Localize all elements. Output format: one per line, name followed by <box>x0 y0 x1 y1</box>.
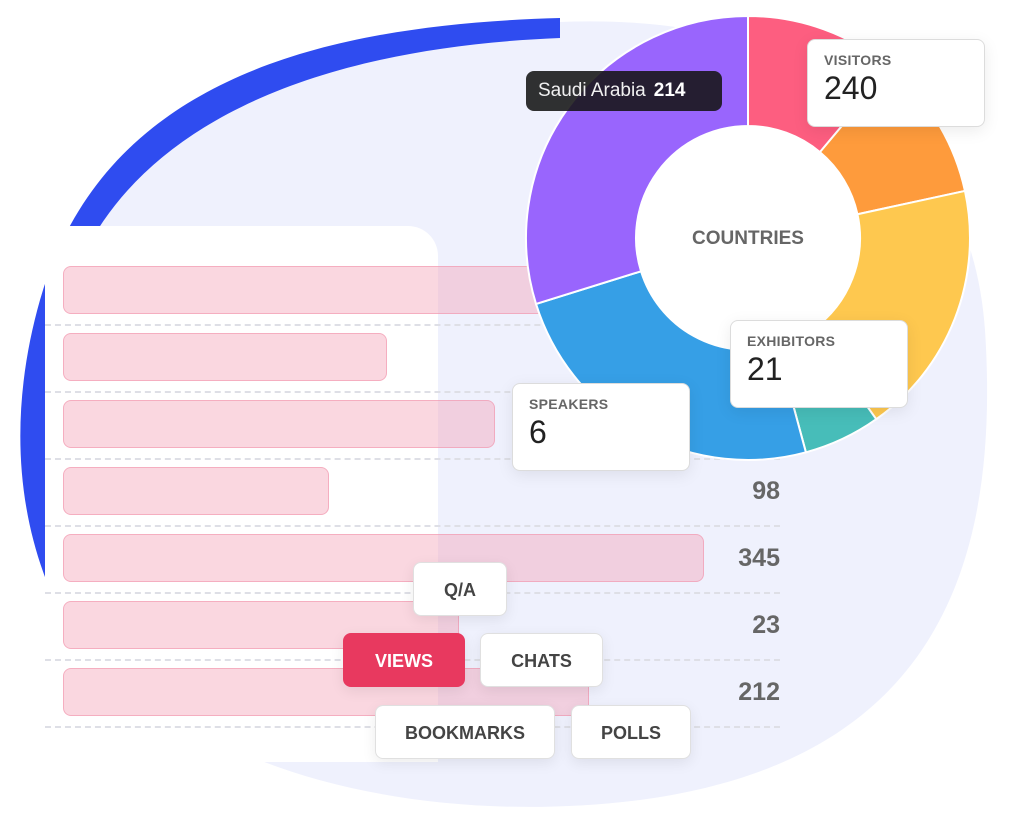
country-tooltip: Saudi Arabia 214 <box>526 71 722 111</box>
stat-label: SPEAKERS <box>529 396 609 412</box>
stat-label: VISITORS <box>824 52 892 68</box>
stat-card-speakers: SPEAKERS 6 <box>512 383 690 471</box>
stat-card-visitors: VISITORS 240 <box>807 39 985 127</box>
stat-label: EXHIBITORS <box>747 333 836 349</box>
tag-views[interactable]: VIEWS <box>343 633 465 687</box>
donut-center-label: COUNTRIES <box>692 228 804 249</box>
tooltip-country: Saudi Arabia <box>538 80 646 101</box>
stat-card-exhibitors: EXHIBITORS 21 <box>730 320 908 408</box>
stat-value: 6 <box>529 414 547 450</box>
tag-polls[interactable]: POLLS <box>571 705 691 759</box>
tag-chats[interactable]: CHATS <box>480 633 603 687</box>
tooltip-value: 214 <box>653 80 686 101</box>
stat-value: 240 <box>824 70 878 106</box>
tag-qa[interactable]: Q/A <box>413 562 507 616</box>
stat-value: 21 <box>747 351 783 387</box>
tag-bookmarks[interactable]: BOOKMARKS <box>375 705 555 759</box>
